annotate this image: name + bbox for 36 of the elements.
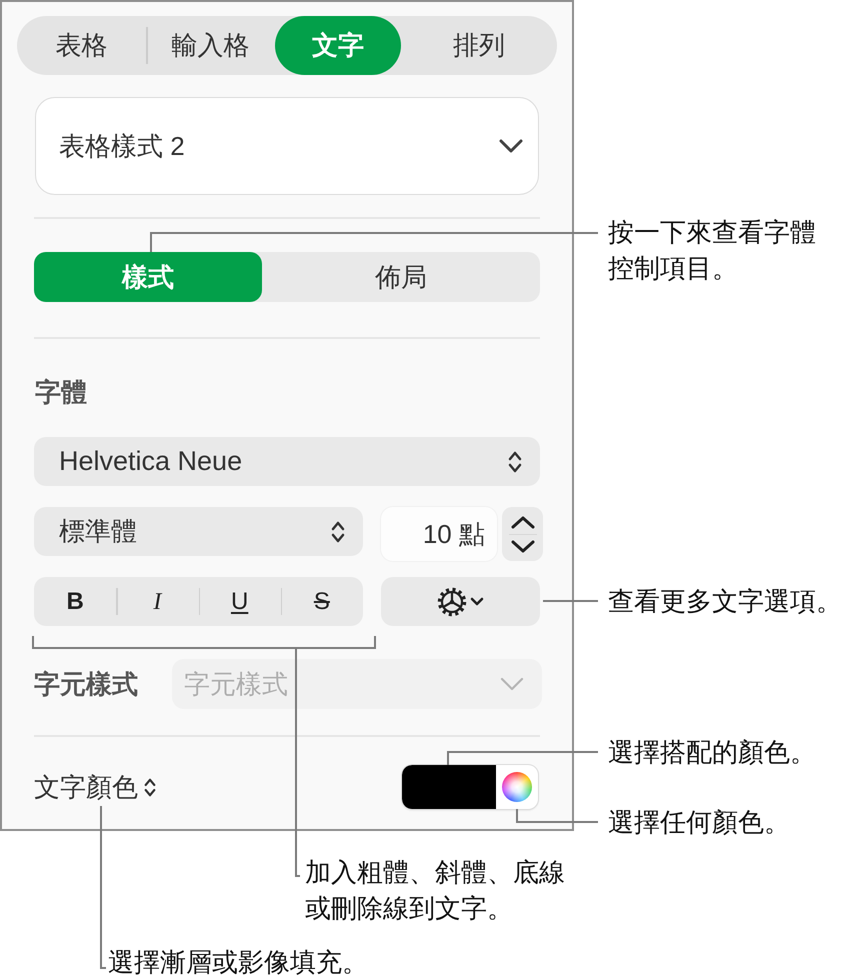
chevron-down-icon [499,139,523,153]
leader-line [543,600,598,602]
italic-button[interactable]: I [116,577,198,626]
color-swatch[interactable] [402,765,496,809]
font-family-popup[interactable]: Helvetica Neue [34,437,540,486]
updown-chevron-icon [144,776,156,798]
tab[interactable]: 輸入格 [146,16,275,75]
callout-text: 選擇搭配的顏色。 [608,736,816,769]
underline-button[interactable]: U [198,577,281,626]
section-label: 字體 [35,377,87,407]
gear-icon [437,586,467,616]
table-style-dropdown[interactable]: 表格樣式 2 [35,97,539,195]
callout-text: 選擇漸層或影像填充。 [108,946,368,979]
chevron-down-icon[interactable] [510,540,534,552]
updown-chevron-icon [508,450,522,474]
updown-chevron-icon [331,520,345,544]
callout-text: 加入粗體、斜體、底線或刪除線到文字。 [305,856,566,925]
typeface-popup[interactable]: 標準體 [34,507,363,556]
chevron-down-icon [470,597,484,606]
callout-text: 查看更多文字選項。 [608,585,842,618]
chevron-up-icon[interactable] [510,516,534,528]
callout-text: 選擇任何顏色。 [608,806,790,839]
font-size-field[interactable]: 10 點 [381,507,497,561]
chevron-down-icon [500,677,524,691]
text-options-button[interactable] [381,577,540,626]
text-color-popup[interactable]: 文字顏色 [34,770,156,804]
tab[interactable]: 表格 [17,16,146,75]
color-wheel-icon[interactable] [502,772,532,802]
field-label: 字元樣式 [34,668,139,700]
callout-text: 按一下來查看字體控制項目。 [608,216,817,285]
size-stepper[interactable] [502,507,543,561]
bold-button[interactable]: B [34,577,116,626]
color-well[interactable] [402,765,538,809]
strikethrough-button[interactable]: S [280,577,363,626]
segment-tab[interactable]: 佈局 [262,252,540,302]
tab[interactable]: 排列 [401,16,557,75]
